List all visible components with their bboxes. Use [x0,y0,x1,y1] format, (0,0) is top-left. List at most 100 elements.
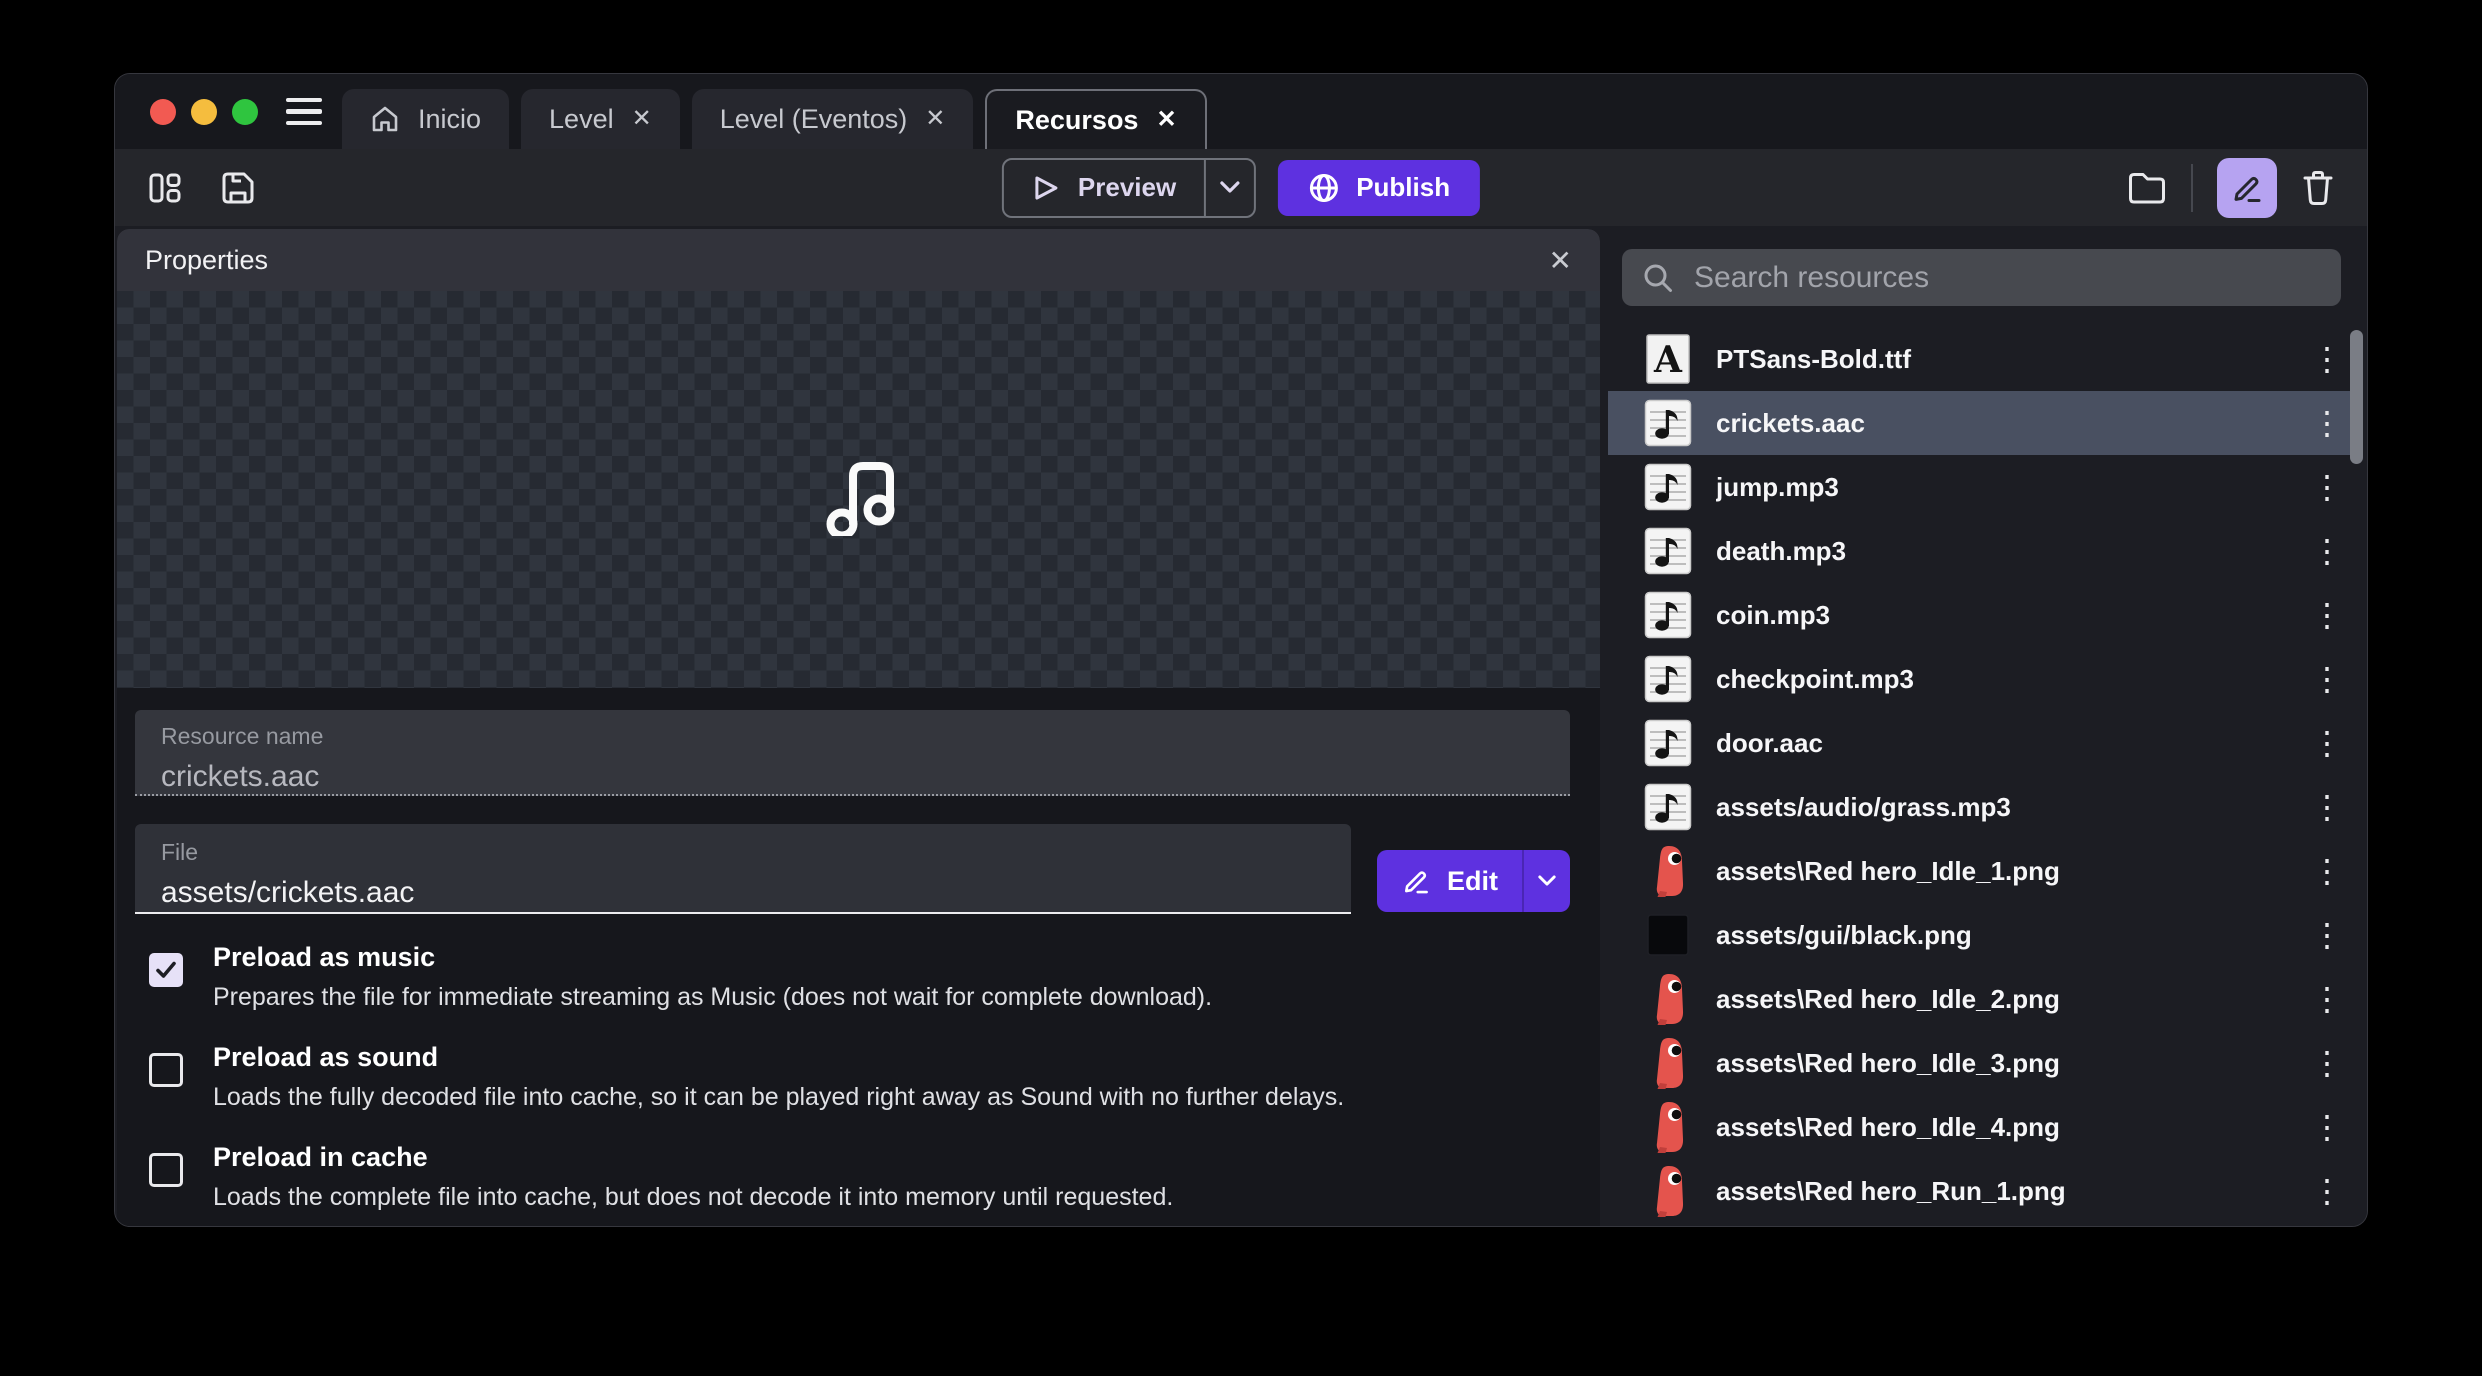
audio-file-icon [1644,653,1692,705]
red-hero-icon [1649,1164,1687,1218]
close-window-button[interactable] [150,99,176,125]
resource-name-field: Resource name crickets.aac [135,710,1570,796]
kebab-menu-icon[interactable]: ⋮ [2311,1172,2333,1210]
option-title: Preload in cache [213,1142,1570,1173]
resource-row-death-mp3[interactable]: death.mp3 ⋮ [1608,519,2355,583]
kebab-menu-icon[interactable]: ⋮ [2311,724,2333,762]
checkbox[interactable] [149,1053,183,1087]
open-folder-button[interactable] [2127,171,2167,205]
resource-name: jump.mp3 [1716,472,2287,503]
checkbox[interactable] [149,953,183,987]
audio-file-icon [1644,525,1692,577]
kebab-menu-icon[interactable]: ⋮ [2311,980,2333,1018]
properties-header: Properties ✕ [117,229,1600,291]
resource-name: PTSans-Bold.ttf [1716,344,2287,375]
tab-recursos[interactable]: Recursos ✕ [985,89,1206,149]
edit-mode-button[interactable] [2217,158,2277,218]
save-button[interactable] [219,169,257,207]
resource-name: assets\Red hero_Idle_2.png [1716,984,2287,1015]
resource-row-coin-mp3[interactable]: coin.mp3 ⋮ [1608,583,2355,647]
resource-row-assets-red-hero-run-1-png[interactable]: assets\Red hero_Run_1.png ⋮ [1608,1159,2355,1223]
tab-close-icon[interactable]: ✕ [1156,108,1176,132]
resource-row-crickets-aac[interactable]: crickets.aac ⋮ [1608,391,2355,455]
resource-row-jump-mp3[interactable]: jump.mp3 ⋮ [1608,455,2355,519]
font-file-icon: A [1645,333,1691,385]
resource-row-ptsans-bold-ttf[interactable]: A PTSans-Bold.ttf ⋮ [1608,327,2355,391]
kebab-menu-icon[interactable]: ⋮ [2311,1044,2333,1082]
tab-close-icon[interactable]: ✕ [925,107,945,131]
resource-row-assets-red-hero-idle-4-png[interactable]: assets\Red hero_Idle_4.png ⋮ [1608,1095,2355,1159]
resource-name: assets\Red hero_Run_1.png [1716,1176,2287,1207]
audio-file-icon [1644,527,1692,575]
resource-name: assets\Red hero_Idle_1.png [1716,856,2287,887]
font-file-icon: A [1644,333,1692,385]
panels-layout-button[interactable] [147,170,183,206]
kebab-menu-icon[interactable]: ⋮ [2311,916,2333,954]
audio-file-icon [1644,781,1692,833]
content-area: Properties ✕ Resource name crickets.aac … [115,226,2367,1226]
resource-name: death.mp3 [1716,536,2287,567]
properties-close-icon[interactable]: ✕ [1549,244,1572,277]
zoom-window-button[interactable] [232,99,258,125]
resource-name: checkpoint.mp3 [1716,664,2287,695]
preview-button[interactable]: Preview [1002,158,1256,218]
tab-label: Level (Eventos) [720,104,908,135]
main-menu-icon[interactable] [286,74,322,149]
tab-label: Recursos [1015,105,1138,136]
tab-close-icon[interactable]: ✕ [632,107,652,131]
delete-button[interactable] [2301,169,2335,207]
kebab-menu-icon[interactable]: ⋮ [2311,1108,2333,1146]
tab-inicio[interactable]: Inicio [342,89,509,149]
tab-level-eventos[interactable]: Level (Eventos) ✕ [692,89,974,149]
red-hero-icon [1649,844,1687,898]
tab-level[interactable]: Level ✕ [521,89,680,149]
kebab-menu-icon[interactable]: ⋮ [2311,788,2333,826]
kebab-menu-icon[interactable]: ⋮ [2311,596,2333,634]
resource-row-assets-gui-black-png[interactable]: assets/gui/black.png ⋮ [1608,903,2355,967]
black-file-icon [1644,909,1692,961]
resource-row-door-aac[interactable]: door.aac ⋮ [1608,711,2355,775]
resource-name-label: Resource name [161,723,1544,750]
globe-icon [1308,172,1340,204]
resource-row-assets-red-hero-idle-2-png[interactable]: assets\Red hero_Idle_2.png ⋮ [1608,967,2355,1031]
resource-row-checkpoint-mp3[interactable]: checkpoint.mp3 ⋮ [1608,647,2355,711]
search-input[interactable] [1692,260,2321,296]
checkmark-icon [155,959,177,981]
properties-panel: Properties ✕ Resource name crickets.aac … [117,229,1600,1226]
kebab-menu-icon[interactable]: ⋮ [2311,468,2333,506]
kebab-menu-icon[interactable]: ⋮ [2311,660,2333,698]
publish-button-label: Publish [1356,172,1450,203]
checkbox[interactable] [149,1153,183,1187]
resource-name: assets/audio/grass.mp3 [1716,792,2287,823]
resource-list: A PTSans-Bold.ttf ⋮ crickets.aac ⋮ jump.… [1608,327,2355,1223]
resource-row-assets-red-hero-idle-3-png[interactable]: assets\Red hero_Idle_3.png ⋮ [1608,1031,2355,1095]
option-title: Preload as sound [213,1042,1570,1073]
preview-options-dropdown[interactable] [1206,160,1254,216]
search-icon [1642,262,1674,294]
scrollbar-thumb[interactable] [2350,330,2363,464]
resource-row-assets-red-hero-idle-1-png[interactable]: assets\Red hero_Idle_1.png ⋮ [1608,839,2355,903]
edit-file-button[interactable]: Edit [1377,850,1570,912]
svg-text:A: A [1653,339,1683,381]
resource-row-assets-audio-grass-mp3[interactable]: assets/audio/grass.mp3 ⋮ [1608,775,2355,839]
kebab-menu-icon[interactable]: ⋮ [2311,532,2333,570]
audio-file-icon [1644,783,1692,831]
minimize-window-button[interactable] [191,99,217,125]
search-box[interactable] [1622,249,2341,306]
file-value: assets/crickets.aac [161,876,1325,910]
file-field[interactable]: File assets/crickets.aac [135,824,1351,914]
edit-options-dropdown[interactable] [1524,850,1570,912]
audio-file-icon [1644,589,1692,641]
properties-title: Properties [145,245,268,276]
toolbar-divider [2191,164,2193,212]
hero-file-icon [1644,973,1692,1025]
kebab-menu-icon[interactable]: ⋮ [2311,852,2333,890]
hero-file-icon [1644,1165,1692,1217]
kebab-menu-icon[interactable]: ⋮ [2311,404,2333,442]
panels-layout-icon [147,170,183,206]
file-label: File [161,839,1325,866]
option-description: Loads the fully decoded file into cache,… [213,1083,1570,1112]
play-icon [1032,174,1060,202]
kebab-menu-icon[interactable]: ⋮ [2311,340,2333,378]
publish-button[interactable]: Publish [1278,160,1480,216]
